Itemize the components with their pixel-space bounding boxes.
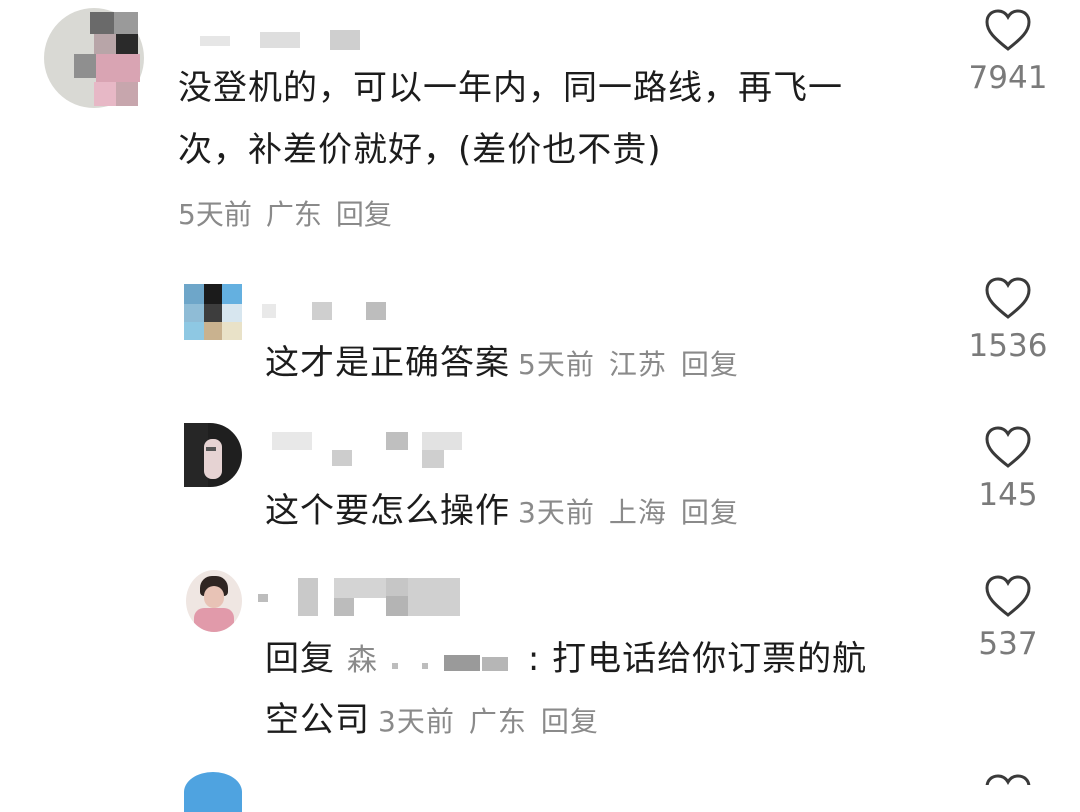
pixelated-avatar-block bbox=[204, 284, 222, 304]
pixelated-avatar-block bbox=[184, 304, 204, 322]
pixelated-avatar-block bbox=[334, 598, 354, 616]
pixelated-avatar-block bbox=[74, 54, 96, 78]
mention-redacted bbox=[378, 649, 528, 675]
pixelated-avatar-block bbox=[204, 586, 224, 608]
pixelated-avatar-block bbox=[204, 304, 222, 322]
reply-meta: 3天前 广东 回复 bbox=[378, 705, 613, 738]
pixelated-avatar-block bbox=[260, 32, 300, 48]
reply-text: 这才是正确答案 bbox=[265, 343, 510, 383]
pixelated-avatar-block bbox=[194, 608, 234, 632]
reply-row: 这个要怎么操作 3天前 上海 回复 bbox=[265, 483, 753, 532]
pixelated-avatar-block bbox=[116, 34, 138, 54]
like-count: 1536 bbox=[968, 328, 1048, 364]
reply-button[interactable]: 回复 bbox=[681, 496, 739, 529]
reply-time: 3天前 bbox=[518, 496, 595, 529]
like-count: 145 bbox=[978, 477, 1038, 513]
like-button[interactable]: 7941 bbox=[948, 8, 1068, 96]
pixelated-avatar-block bbox=[391, 662, 398, 669]
mention-visible-char: 森 bbox=[346, 643, 378, 678]
pixelated-avatar-block bbox=[204, 322, 222, 340]
reply-location: 广东 bbox=[468, 705, 527, 738]
avatar[interactable] bbox=[186, 570, 242, 632]
reply-row: 这才是正确答案 5天前 江苏 回复 bbox=[265, 335, 753, 384]
pixelated-avatar-block bbox=[366, 302, 386, 320]
avatar[interactable] bbox=[184, 284, 242, 340]
comment-meta: 5天前 广东 回复 bbox=[178, 193, 406, 233]
reply-button[interactable]: 回复 bbox=[541, 705, 599, 738]
like-button[interactable] bbox=[948, 773, 1068, 785]
pixelated-avatar-block bbox=[330, 30, 360, 50]
pixelated-avatar-block bbox=[184, 322, 204, 340]
pixelated-avatar-block bbox=[222, 284, 242, 304]
avatar[interactable] bbox=[184, 423, 242, 487]
heart-outline-icon bbox=[985, 774, 1031, 785]
pixelated-avatar-block bbox=[116, 82, 138, 106]
username-redacted[interactable] bbox=[258, 578, 468, 618]
pixelated-avatar-block bbox=[481, 656, 508, 671]
pixelated-avatar-block bbox=[443, 654, 480, 671]
comment-time: 5天前 bbox=[178, 198, 252, 231]
pixelated-avatar-block bbox=[258, 594, 268, 602]
pixelated-avatar-block bbox=[222, 304, 242, 322]
reply-meta: 3天前 上海 回复 bbox=[518, 496, 753, 529]
username-redacted[interactable] bbox=[262, 300, 402, 324]
reply-button[interactable]: 回复 bbox=[681, 348, 739, 381]
avatar[interactable] bbox=[184, 772, 242, 812]
heart-outline-icon bbox=[985, 277, 1031, 319]
avatar[interactable] bbox=[44, 8, 144, 108]
reply-prefix: 回复 bbox=[265, 639, 335, 679]
pixelated-avatar-block bbox=[272, 432, 312, 450]
pixelated-avatar-block bbox=[332, 450, 352, 466]
pixelated-avatar-block bbox=[421, 662, 428, 669]
reply-button[interactable]: 回复 bbox=[336, 198, 392, 231]
mention-username[interactable]: 森 bbox=[347, 643, 528, 678]
reply-meta: 5天前 江苏 回复 bbox=[518, 348, 753, 381]
comment-location: 广东 bbox=[265, 198, 322, 231]
like-button[interactable]: 145 bbox=[948, 425, 1068, 513]
reply-text: 这个要怎么操作 bbox=[265, 491, 510, 531]
heart-outline-icon bbox=[985, 575, 1031, 617]
heart-outline-icon bbox=[985, 426, 1031, 468]
pixelated-avatar-block bbox=[184, 284, 204, 304]
pixelated-avatar-block bbox=[96, 54, 140, 82]
reply-location: 江苏 bbox=[608, 348, 667, 381]
like-button[interactable]: 537 bbox=[948, 574, 1068, 662]
pixelated-avatar-block bbox=[262, 304, 276, 318]
pixelated-avatar-block bbox=[408, 578, 460, 616]
reply-text-line2: 空公司 bbox=[265, 700, 370, 740]
pixelated-avatar-block bbox=[94, 34, 116, 54]
reply-text-line1: : 打电话给你订票的航 bbox=[527, 639, 868, 679]
pixelated-avatar-block bbox=[386, 578, 408, 596]
pixelated-avatar-block bbox=[90, 12, 114, 34]
like-button[interactable]: 1536 bbox=[948, 276, 1068, 364]
pixelated-avatar-block bbox=[222, 322, 242, 340]
comment-text-line2: 次，补差价就好，(差价也不贵) bbox=[178, 130, 662, 170]
pixelated-avatar-block bbox=[298, 578, 318, 616]
pixelated-avatar-block bbox=[334, 578, 386, 598]
comment-text-line1: 没登机的，可以一年内，同一路线，再飞一 bbox=[178, 68, 843, 108]
reply-row: 空公司 3天前 广东 回复 bbox=[265, 692, 613, 741]
reply-row: 回复 森 : 打电话给你订票的航 bbox=[265, 631, 867, 680]
pixelated-avatar-block bbox=[422, 432, 462, 450]
pixelated-avatar-block bbox=[94, 82, 116, 106]
pixelated-avatar-block bbox=[422, 450, 444, 468]
pixelated-avatar-block bbox=[206, 447, 216, 451]
username-redacted[interactable] bbox=[272, 432, 472, 472]
heart-outline-icon bbox=[985, 9, 1031, 51]
pixelated-avatar-block bbox=[114, 12, 138, 34]
like-count: 537 bbox=[978, 626, 1038, 662]
reply-time: 3天前 bbox=[378, 705, 455, 738]
like-count: 7941 bbox=[968, 60, 1048, 96]
pixelated-avatar-block bbox=[200, 36, 230, 46]
reply-time: 5天前 bbox=[518, 348, 595, 381]
reply-location: 上海 bbox=[608, 496, 667, 529]
pixelated-avatar-block bbox=[386, 432, 408, 450]
pixelated-avatar-block bbox=[204, 439, 222, 479]
pixelated-avatar-block bbox=[312, 302, 332, 320]
comment-text: 没登机的，可以一年内，同一路线，再飞一 次，补差价就好，(差价也不贵) bbox=[178, 57, 938, 181]
pixelated-avatar-block bbox=[386, 596, 408, 616]
username-redacted[interactable] bbox=[200, 30, 380, 52]
